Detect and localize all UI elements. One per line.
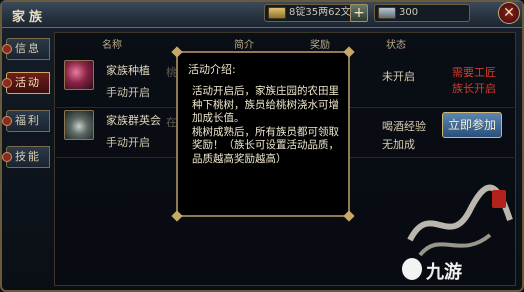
- tab-label: 技能: [15, 150, 41, 163]
- activity-bonus: 无加成: [382, 138, 415, 151]
- requirement-text: 族长开启: [452, 82, 496, 95]
- activity-name: 家族群英会: [106, 114, 161, 127]
- tab-marker-icon: [2, 78, 12, 88]
- table-header: 名称 简介 奖励 状态: [54, 34, 516, 51]
- tab-skill[interactable]: 技能: [2, 146, 50, 168]
- gem-amount: 300: [399, 7, 419, 18]
- brand-watermark: 九游: [426, 262, 462, 282]
- tab-marker-icon: [2, 44, 12, 54]
- activity-name: 家族种植: [106, 64, 150, 77]
- brand-logo-icon: [402, 258, 422, 280]
- game-logo-watermark: [407, 184, 513, 257]
- tab-label: 活动: [15, 76, 41, 89]
- gem-icon: [378, 7, 396, 19]
- column-header-intro: 简介: [234, 40, 254, 51]
- column-header-status: 状态: [386, 40, 406, 51]
- requirement-text: 需要工匠: [452, 66, 496, 79]
- gold-ingot-icon: [268, 7, 286, 19]
- tab-label: 信息: [15, 42, 41, 55]
- add-currency-button[interactable]: +: [350, 4, 368, 22]
- close-button[interactable]: ✕: [498, 2, 520, 24]
- tab-activity[interactable]: 活动: [2, 72, 50, 94]
- popup-title: 活动介绍:: [188, 63, 236, 76]
- window-title: 家族: [12, 10, 47, 25]
- column-header-reward: 奖励: [310, 40, 330, 51]
- tab-welfare[interactable]: 福利: [2, 110, 50, 132]
- activity-mode: 手动开启: [106, 86, 150, 99]
- activity-mode: 手动开启: [106, 136, 150, 149]
- activity-status: 未开启: [382, 70, 415, 83]
- tab-info[interactable]: 信息: [2, 38, 50, 60]
- gem-currency: 300: [374, 4, 470, 22]
- activity-intro-popup: 活动介绍: 活动开启后，家族庄园的农田里种下桃树，族员给桃树浇水可增加成长值。 …: [171, 46, 355, 222]
- tab-marker-icon: [2, 116, 12, 126]
- popup-paragraph: 桃树成熟后，所有族员都可领取奖励！（族长可设置活动品质，品质越高奖励越高）: [192, 125, 339, 165]
- popup-paragraph: 活动开启后，家族庄园的农田里种下桃树，族员给桃树浇水可增加成长值。: [192, 85, 339, 124]
- join-now-button[interactable]: 立即参加: [442, 112, 502, 138]
- gold-amount: 8锭35两62文: [289, 7, 351, 18]
- tab-marker-icon: [2, 152, 12, 162]
- popup-body: 活动开启后，家族庄园的农田里种下桃树，族员给桃树浇水可增加成长值。 桃树成熟后，…: [192, 85, 342, 166]
- column-header-name: 名称: [102, 40, 122, 51]
- peach-tree-icon: [64, 60, 94, 90]
- tab-label: 福利: [15, 114, 41, 127]
- wine-vase-icon: [64, 110, 94, 140]
- activity-status: 喝酒经验: [382, 120, 426, 133]
